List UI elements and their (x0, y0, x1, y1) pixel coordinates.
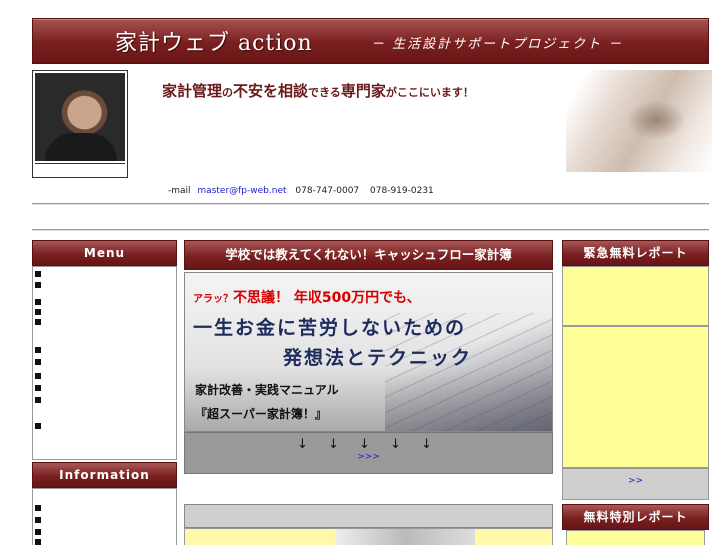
urgent-report-header: 緊急無料レポート (562, 240, 709, 266)
menu-item-bullet[interactable] (35, 271, 41, 277)
email-link[interactable]: master@fp-web.net (197, 186, 286, 196)
tagline-part: の (222, 86, 234, 99)
promo-banner[interactable]: アラッ？不思議！ 年収500万円でも、 一生お金に苦労しないための 発想法とテク… (184, 272, 553, 432)
promo-footer: ↓ ↓ ↓ ↓ ↓ >>> (184, 432, 553, 474)
menu-list (32, 266, 177, 460)
menu-item-bullet[interactable] (35, 319, 41, 325)
promo-line-4: 家計改善・実践マニュアル (195, 383, 339, 397)
menu-item-bullet[interactable] (35, 397, 41, 403)
info-item-bullet[interactable] (35, 539, 41, 545)
right-more-text[interactable]: >> (628, 476, 643, 486)
divider (32, 203, 709, 205)
site-header-banner: 家計ウェブ action － 生活設計サポートプロジェクト － (32, 18, 709, 64)
section-2-image (335, 529, 475, 545)
info-item-bullet[interactable] (35, 505, 41, 511)
information-header: Information (32, 462, 177, 488)
promo-line-3: 発想法とテクニック (283, 347, 473, 369)
tagline-part: 不安を相談 (233, 82, 309, 100)
menu-item-bullet[interactable] (35, 359, 41, 365)
header-decorative-photo (566, 70, 712, 172)
portrait-image (35, 73, 125, 161)
menu-item-bullet[interactable] (35, 347, 41, 353)
urgent-report-box-1 (562, 266, 709, 326)
tagline-part: 家計管理 (162, 82, 223, 100)
urgent-report-title: 緊急無料レポート (583, 246, 688, 260)
special-report-box (566, 530, 705, 545)
site-title: 家計ウェブ action (115, 31, 313, 56)
menu-item-bullet[interactable] (35, 309, 41, 315)
information-title: Information (59, 468, 150, 482)
menu-item-bullet[interactable] (35, 299, 41, 305)
profile-photo (32, 70, 128, 178)
divider (32, 229, 709, 231)
promo-line-2: 一生お金に苦労しないための (193, 317, 467, 339)
menu-item-bullet[interactable] (35, 385, 41, 391)
tagline-part: がここにいます！ (385, 86, 474, 99)
fax-number: 078-919-0231 (370, 186, 434, 196)
special-report-header: 無料特別レポート (562, 504, 709, 530)
tagline-part: できる (308, 86, 341, 99)
promo-more-link[interactable]: >>> (185, 452, 552, 462)
menu-header: Menu (32, 240, 177, 266)
mail-label: -mail (168, 186, 191, 196)
menu-item-bullet[interactable] (35, 373, 41, 379)
promo-line-1-prefix: アラッ？ (193, 294, 233, 305)
tagline-part: 専門家 (340, 82, 386, 100)
promo-line-5: 『超スーパー家計簿！』 (195, 407, 327, 421)
tagline: 家計管理の不安を相談できる専門家がここにいます！ (162, 80, 474, 101)
urgent-report-box-2 (562, 326, 709, 468)
menu-title: Menu (83, 246, 126, 260)
center-section-2-header (184, 504, 553, 528)
promo-line-1: アラッ？不思議！ 年収500万円でも、 (193, 287, 421, 307)
special-report-title: 無料特別レポート (583, 510, 688, 524)
promo-line-1-main: 不思議！ 年収500万円でも、 (233, 290, 421, 306)
information-list (32, 488, 177, 545)
site-subtitle: － 生活設計サポートプロジェクト － (371, 37, 624, 52)
phone-number: 078-747-0007 (295, 186, 360, 196)
info-item-bullet[interactable] (35, 517, 41, 523)
contact-line: -mail master@fp-web.net 078-747-0007 078… (168, 186, 434, 196)
menu-item-bullet[interactable] (35, 423, 41, 429)
menu-item-bullet[interactable] (35, 282, 41, 288)
center-section-2-body (184, 528, 553, 545)
right-more-link[interactable]: >> (562, 468, 709, 500)
center-section-header: 学校では教えてくれない！キャッシュフロー家計簿 (184, 240, 553, 270)
info-item-bullet[interactable] (35, 529, 41, 535)
photo-caption-box (35, 163, 125, 176)
center-heading: 学校では教えてくれない！キャッシュフロー家計簿 (225, 247, 512, 262)
down-arrows: ↓ ↓ ↓ ↓ ↓ (297, 437, 440, 452)
